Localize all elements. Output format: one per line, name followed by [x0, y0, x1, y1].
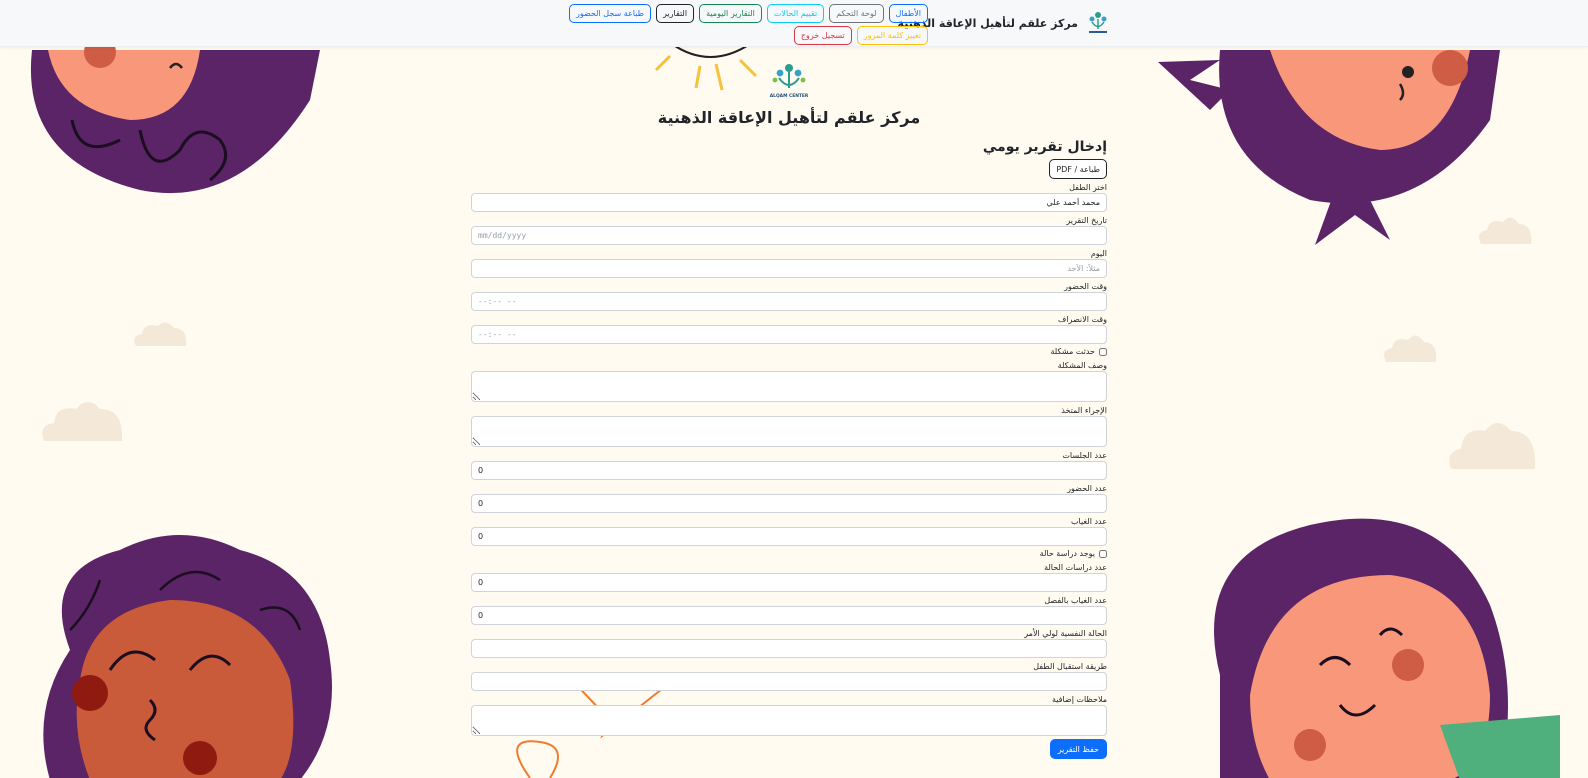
cloud-decoration	[134, 322, 187, 346]
print-pdf-button[interactable]: طباعة / PDF	[1049, 159, 1107, 179]
case-study-row: يوجد دراسة حالة	[471, 548, 1107, 559]
page-title: مركز علقم لتأهيل الإعاقة الذهنية	[657, 108, 921, 127]
cloud-decoration	[1384, 335, 1437, 362]
leave-time-label: وقت الانصراف	[1058, 315, 1107, 324]
cloud-decoration	[1479, 217, 1532, 244]
problem-description-label: وصف المشكلة	[1057, 361, 1107, 370]
case-studies-count-input[interactable]	[471, 573, 1107, 592]
reception-method-input[interactable]	[471, 672, 1107, 691]
center-logo-icon: ALQAM CENTER	[770, 64, 809, 99]
sessions-count-label: عدد الجلسات	[1062, 451, 1107, 460]
problem-occurred-checkbox[interactable]	[1099, 347, 1107, 356]
arrival-time-label: وقت الحضور	[1064, 282, 1107, 291]
logout-button[interactable]: تسجيل خروج	[793, 26, 852, 45]
sessions-count-input[interactable]	[471, 461, 1107, 480]
nav-print-attendance-button[interactable]: طباعة سجل الحضور	[568, 4, 652, 23]
cloud-decoration	[42, 402, 123, 441]
center-logo-icon	[1089, 12, 1107, 33]
navbar-brand[interactable]: مركز علقم لتأهيل الإعاقة الذهنية	[898, 9, 1110, 37]
case-studies-count-label: عدد دراسات الحالة	[1044, 563, 1107, 572]
day-input[interactable]	[471, 259, 1107, 278]
attendance-count-label: عدد الحضور	[1067, 484, 1107, 493]
top-navbar: مركز علقم لتأهيل الإعاقة الذهنية الأطفال…	[0, 0, 1588, 47]
main-content: ALQAM CENTER مركز علقم لتأهيل الإعاقة ال…	[471, 60, 1107, 759]
nav-menu: الأطفال لوحة التحكم تقييم الحالات التقار…	[508, 4, 928, 45]
nav-children-button[interactable]: الأطفال	[888, 4, 928, 23]
guardian-state-label: الحالة النفسية لولي الأمر	[1024, 629, 1107, 638]
problem-occurred-label: حدثت مشكلة	[1050, 347, 1095, 356]
notes-label: ملاحظات إضافية	[1051, 695, 1107, 704]
kid-illustration-bottom-right	[1214, 518, 1560, 778]
action-taken-label: الإجراء المتخذ	[1061, 406, 1107, 415]
reception-method-label: طريقة استقبال الطفل	[1033, 662, 1107, 671]
child-select[interactable]	[471, 193, 1107, 212]
kid-illustration-bottom-left	[43, 535, 332, 778]
notes-textarea[interactable]	[471, 705, 1107, 736]
child-select-label: اختر الطفل	[1069, 183, 1107, 192]
cloud-decoration	[1449, 423, 1536, 469]
kid-illustration-top-left	[30, 40, 321, 194]
problem-occurred-row: حدثت مشكلة	[471, 346, 1107, 357]
nav-reports-button[interactable]: التقارير	[656, 4, 695, 23]
attendance-count-input[interactable]	[471, 494, 1107, 513]
action-taken-textarea[interactable]	[471, 416, 1107, 447]
class-absence-count-input[interactable]	[471, 606, 1107, 625]
report-date-label: تاريخ التقرير	[1066, 216, 1107, 225]
problem-description-textarea[interactable]	[471, 371, 1107, 402]
case-study-label: يوجد دراسة حالة	[1039, 549, 1095, 558]
class-absence-count-label: عدد الغياب بالفصل	[1044, 596, 1107, 605]
arrival-time-input[interactable]	[471, 292, 1107, 311]
report-date-input[interactable]	[471, 226, 1107, 245]
form-heading: إدخال تقرير يومي	[982, 139, 1107, 155]
leave-time-input[interactable]	[471, 325, 1107, 344]
svg-text:ALQAM CENTER: ALQAM CENTER	[770, 93, 809, 99]
save-report-button[interactable]: حفظ التقرير	[1049, 739, 1107, 759]
absence-count-input[interactable]	[471, 527, 1107, 546]
absence-count-label: عدد الغياب	[1071, 517, 1107, 526]
nav-case-evaluation-button[interactable]: تقييم الحالات	[766, 4, 825, 23]
guardian-state-input[interactable]	[471, 639, 1107, 658]
nav-daily-reports-button[interactable]: التقارير اليومية	[699, 4, 762, 23]
case-study-checkbox[interactable]	[1099, 549, 1107, 558]
nav-dashboard-button[interactable]: لوحة التحكم	[829, 4, 884, 23]
day-label: اليوم	[1090, 249, 1107, 258]
kid-illustration-top-right	[1158, 50, 1500, 245]
nav-change-password-button[interactable]: تغيير كلمة المرور	[856, 26, 928, 45]
